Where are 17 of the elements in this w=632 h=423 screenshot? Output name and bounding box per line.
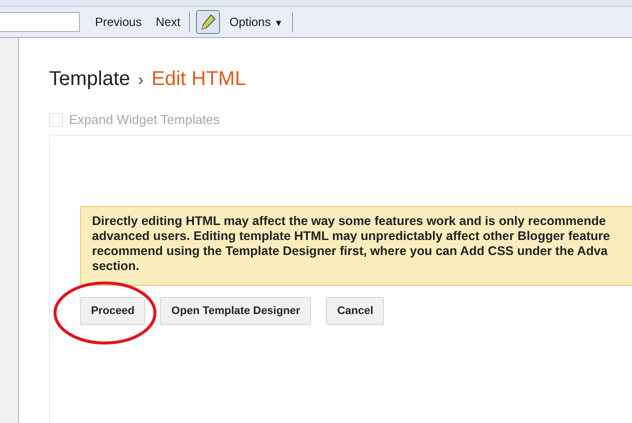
highlight-button[interactable]	[196, 10, 220, 34]
checkbox-label: Expand Widget Templates	[69, 112, 220, 127]
action-button[interactable]: Cancel	[326, 297, 384, 325]
warning-text-line: section.	[92, 259, 140, 274]
action-button[interactable]: Proceed	[80, 297, 146, 325]
page-title: Edit HTML	[151, 68, 246, 91]
toolbar-button[interactable]: Next	[150, 15, 186, 29]
options-menu-button[interactable]: Options ▼	[224, 15, 288, 29]
action-button[interactable]: Open Template Designer	[160, 297, 312, 325]
toolbar-button[interactable]: Previous	[90, 15, 147, 29]
find-field[interactable]	[0, 12, 80, 32]
pencil-icon	[199, 13, 218, 31]
warning-text-line: recommend using the Template Designer first, where you can Add CSS under the Adva	[92, 244, 609, 259]
breadcrumb-link[interactable]: Template	[49, 68, 130, 91]
warning-text-line: Directly editing HTML may affect the way some features work and is only recommende	[92, 214, 607, 229]
warning-text-line: advanced users. Editing template HTML may unpredictably affect other Blogger feature	[92, 229, 611, 244]
breadcrumb-separator: ›	[138, 72, 144, 90]
